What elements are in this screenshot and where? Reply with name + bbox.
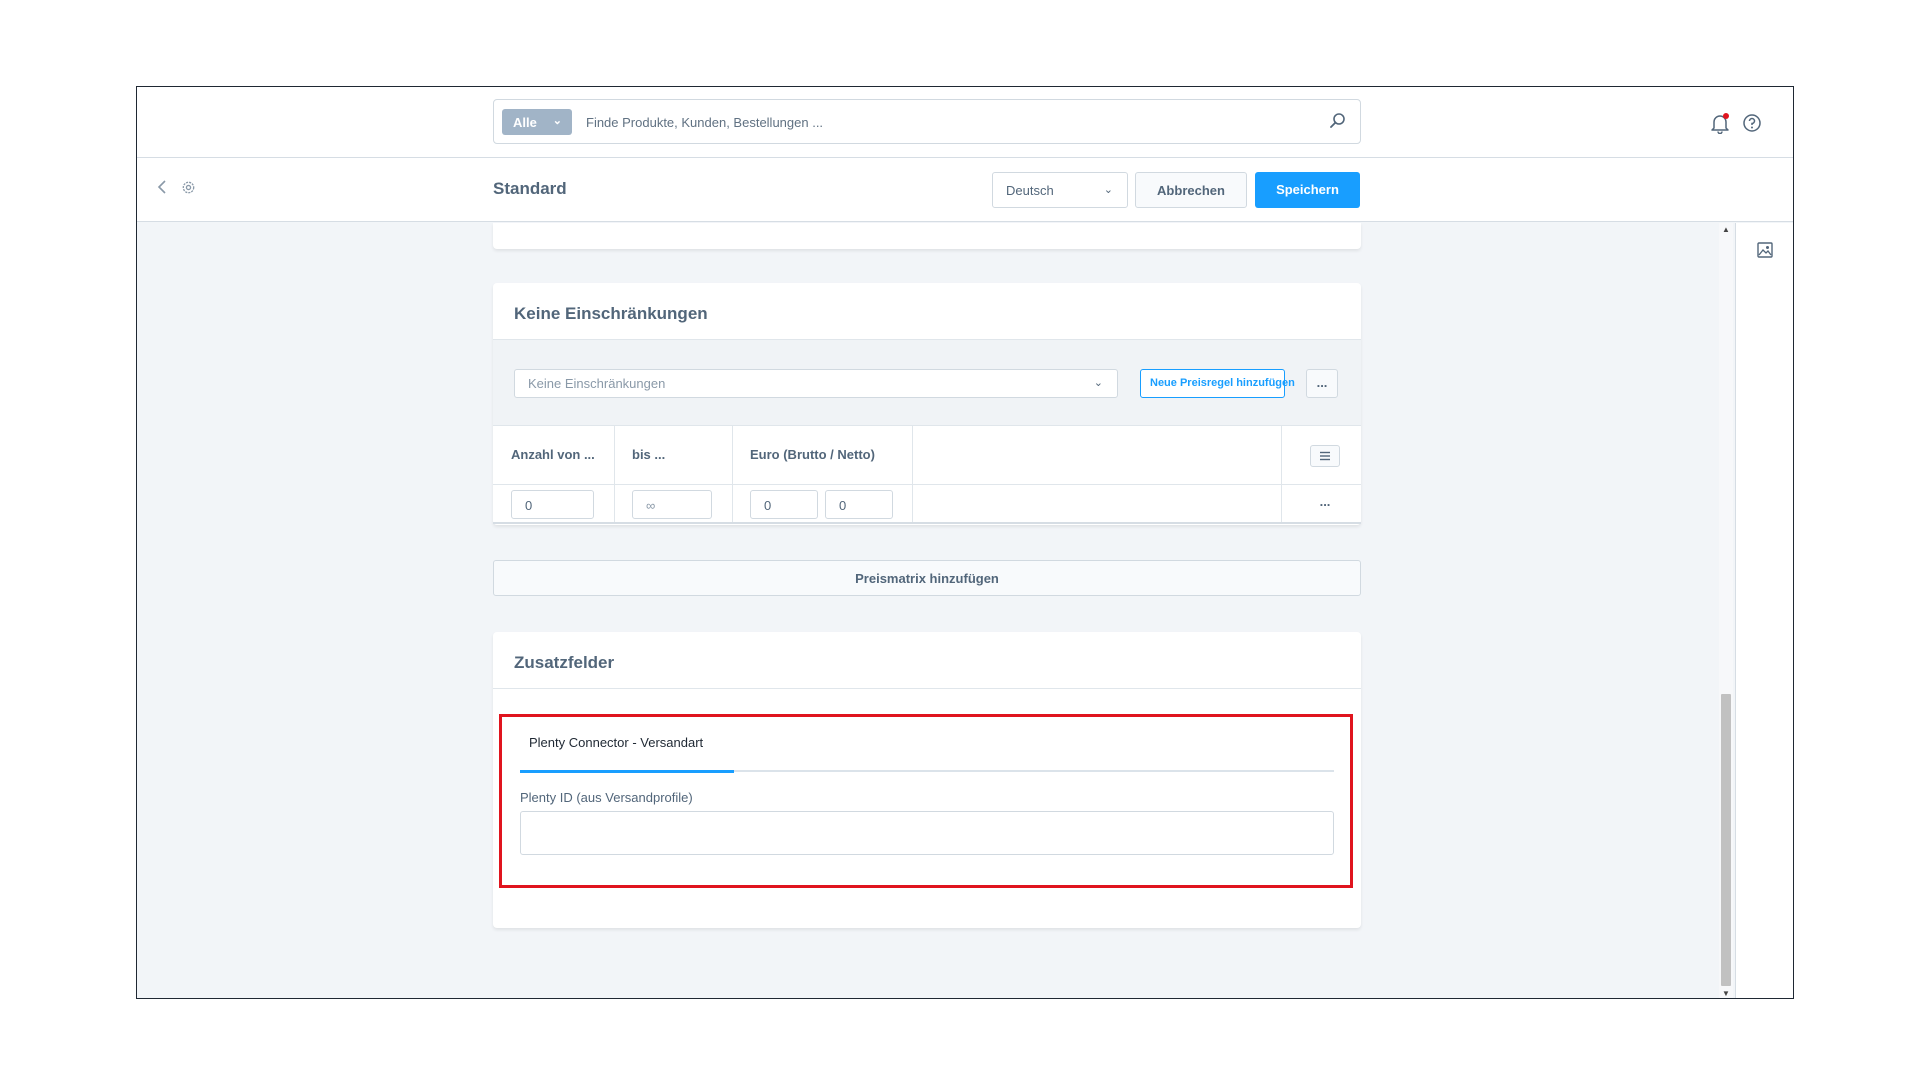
app-window: Alle ⌄ Standard xyxy=(136,86,1794,999)
restrictions-toolbar: Keine Einschränkungen ⌄ Neue Preisregel … xyxy=(493,339,1361,426)
search-type-label: Alle xyxy=(513,115,537,130)
global-search: Alle ⌄ xyxy=(493,99,1361,144)
restrictions-title: Keine Einschränkungen xyxy=(514,304,708,323)
price-gross-input[interactable]: 0 xyxy=(750,490,818,519)
cancel-button[interactable]: Abbrechen xyxy=(1135,172,1247,208)
chevron-down-icon: ⌄ xyxy=(1103,184,1113,196)
scroll-thumb[interactable] xyxy=(1721,694,1731,986)
tab-plenty-connector[interactable]: Plenty Connector - Versandart xyxy=(529,735,703,750)
column-settings-button[interactable] xyxy=(1310,445,1340,467)
tab-active-indicator xyxy=(520,770,734,773)
chevron-down-icon: ⌄ xyxy=(1093,377,1103,389)
language-select-value: Deutsch xyxy=(1006,183,1054,198)
add-price-matrix-button[interactable]: Preismatrix hinzufügen xyxy=(493,560,1361,596)
column-divider xyxy=(732,426,733,523)
row-more-button[interactable]: ... xyxy=(1311,494,1339,514)
right-sidebar xyxy=(1735,223,1793,998)
image-icon[interactable] xyxy=(1756,241,1774,259)
column-header-to: bis ... xyxy=(632,447,666,462)
language-select[interactable]: Deutsch ⌄ xyxy=(992,172,1128,208)
column-divider xyxy=(1281,426,1282,523)
row-divider xyxy=(493,484,1361,485)
column-divider xyxy=(614,426,615,523)
bell-icon[interactable] xyxy=(1709,112,1731,134)
search-input[interactable] xyxy=(586,111,1286,133)
chevron-down-icon: ⌄ xyxy=(552,115,562,127)
quantity-from-input[interactable]: 0 xyxy=(511,490,594,519)
column-header-from: Anzahl von ... xyxy=(511,447,595,462)
scroll-down-arrow[interactable]: ▼ xyxy=(1722,989,1730,998)
page-title: Standard xyxy=(493,179,567,198)
restriction-select-value: Keine Einschränkungen xyxy=(528,376,666,391)
column-divider xyxy=(912,426,913,523)
scroll-up-arrow[interactable]: ▲ xyxy=(1722,225,1730,234)
search-icon[interactable] xyxy=(1328,111,1348,131)
extra-fields-title: Zusatzfelder xyxy=(514,653,615,672)
scrollbar[interactable]: ▲ ▼ xyxy=(1719,223,1733,998)
list-icon xyxy=(1320,451,1330,461)
gear-icon[interactable] xyxy=(180,179,197,196)
extra-fields-card: Zusatzfelder Plenty Connector - Versanda… xyxy=(493,632,1361,928)
quantity-to-input[interactable]: ∞ xyxy=(632,490,712,519)
restrictions-card: Keine Einschränkungen Keine Einschränkun… xyxy=(493,283,1361,525)
help-icon[interactable] xyxy=(1742,113,1762,133)
add-price-rule-button[interactable]: Neue Preisregel hinzufügen xyxy=(1140,369,1295,398)
top-bar: Alle ⌄ xyxy=(137,87,1793,158)
card-divider xyxy=(493,688,1361,689)
plenty-id-field[interactable] xyxy=(520,811,1334,855)
previous-card xyxy=(493,223,1361,249)
back-icon[interactable] xyxy=(153,178,171,196)
restrictions-more-button[interactable]: ... xyxy=(1306,369,1338,398)
toolbar: Standard Deutsch ⌄ Abbrechen Speichern xyxy=(137,158,1793,222)
plenty-id-label: Plenty ID (aus Versandprofile) xyxy=(520,790,693,805)
price-net-input[interactable]: 0 xyxy=(825,490,893,519)
restriction-select[interactable]: Keine Einschränkungen ⌄ xyxy=(514,369,1118,398)
column-header-price: Euro (Brutto / Netto) xyxy=(750,447,875,462)
table-bottom-border xyxy=(493,522,1361,524)
search-type-dropdown[interactable]: Alle ⌄ xyxy=(502,109,572,135)
price-matrix-table: Anzahl von ... bis ... Euro (Brutto / Ne… xyxy=(493,426,1361,525)
save-button[interactable]: Speichern xyxy=(1255,172,1360,208)
